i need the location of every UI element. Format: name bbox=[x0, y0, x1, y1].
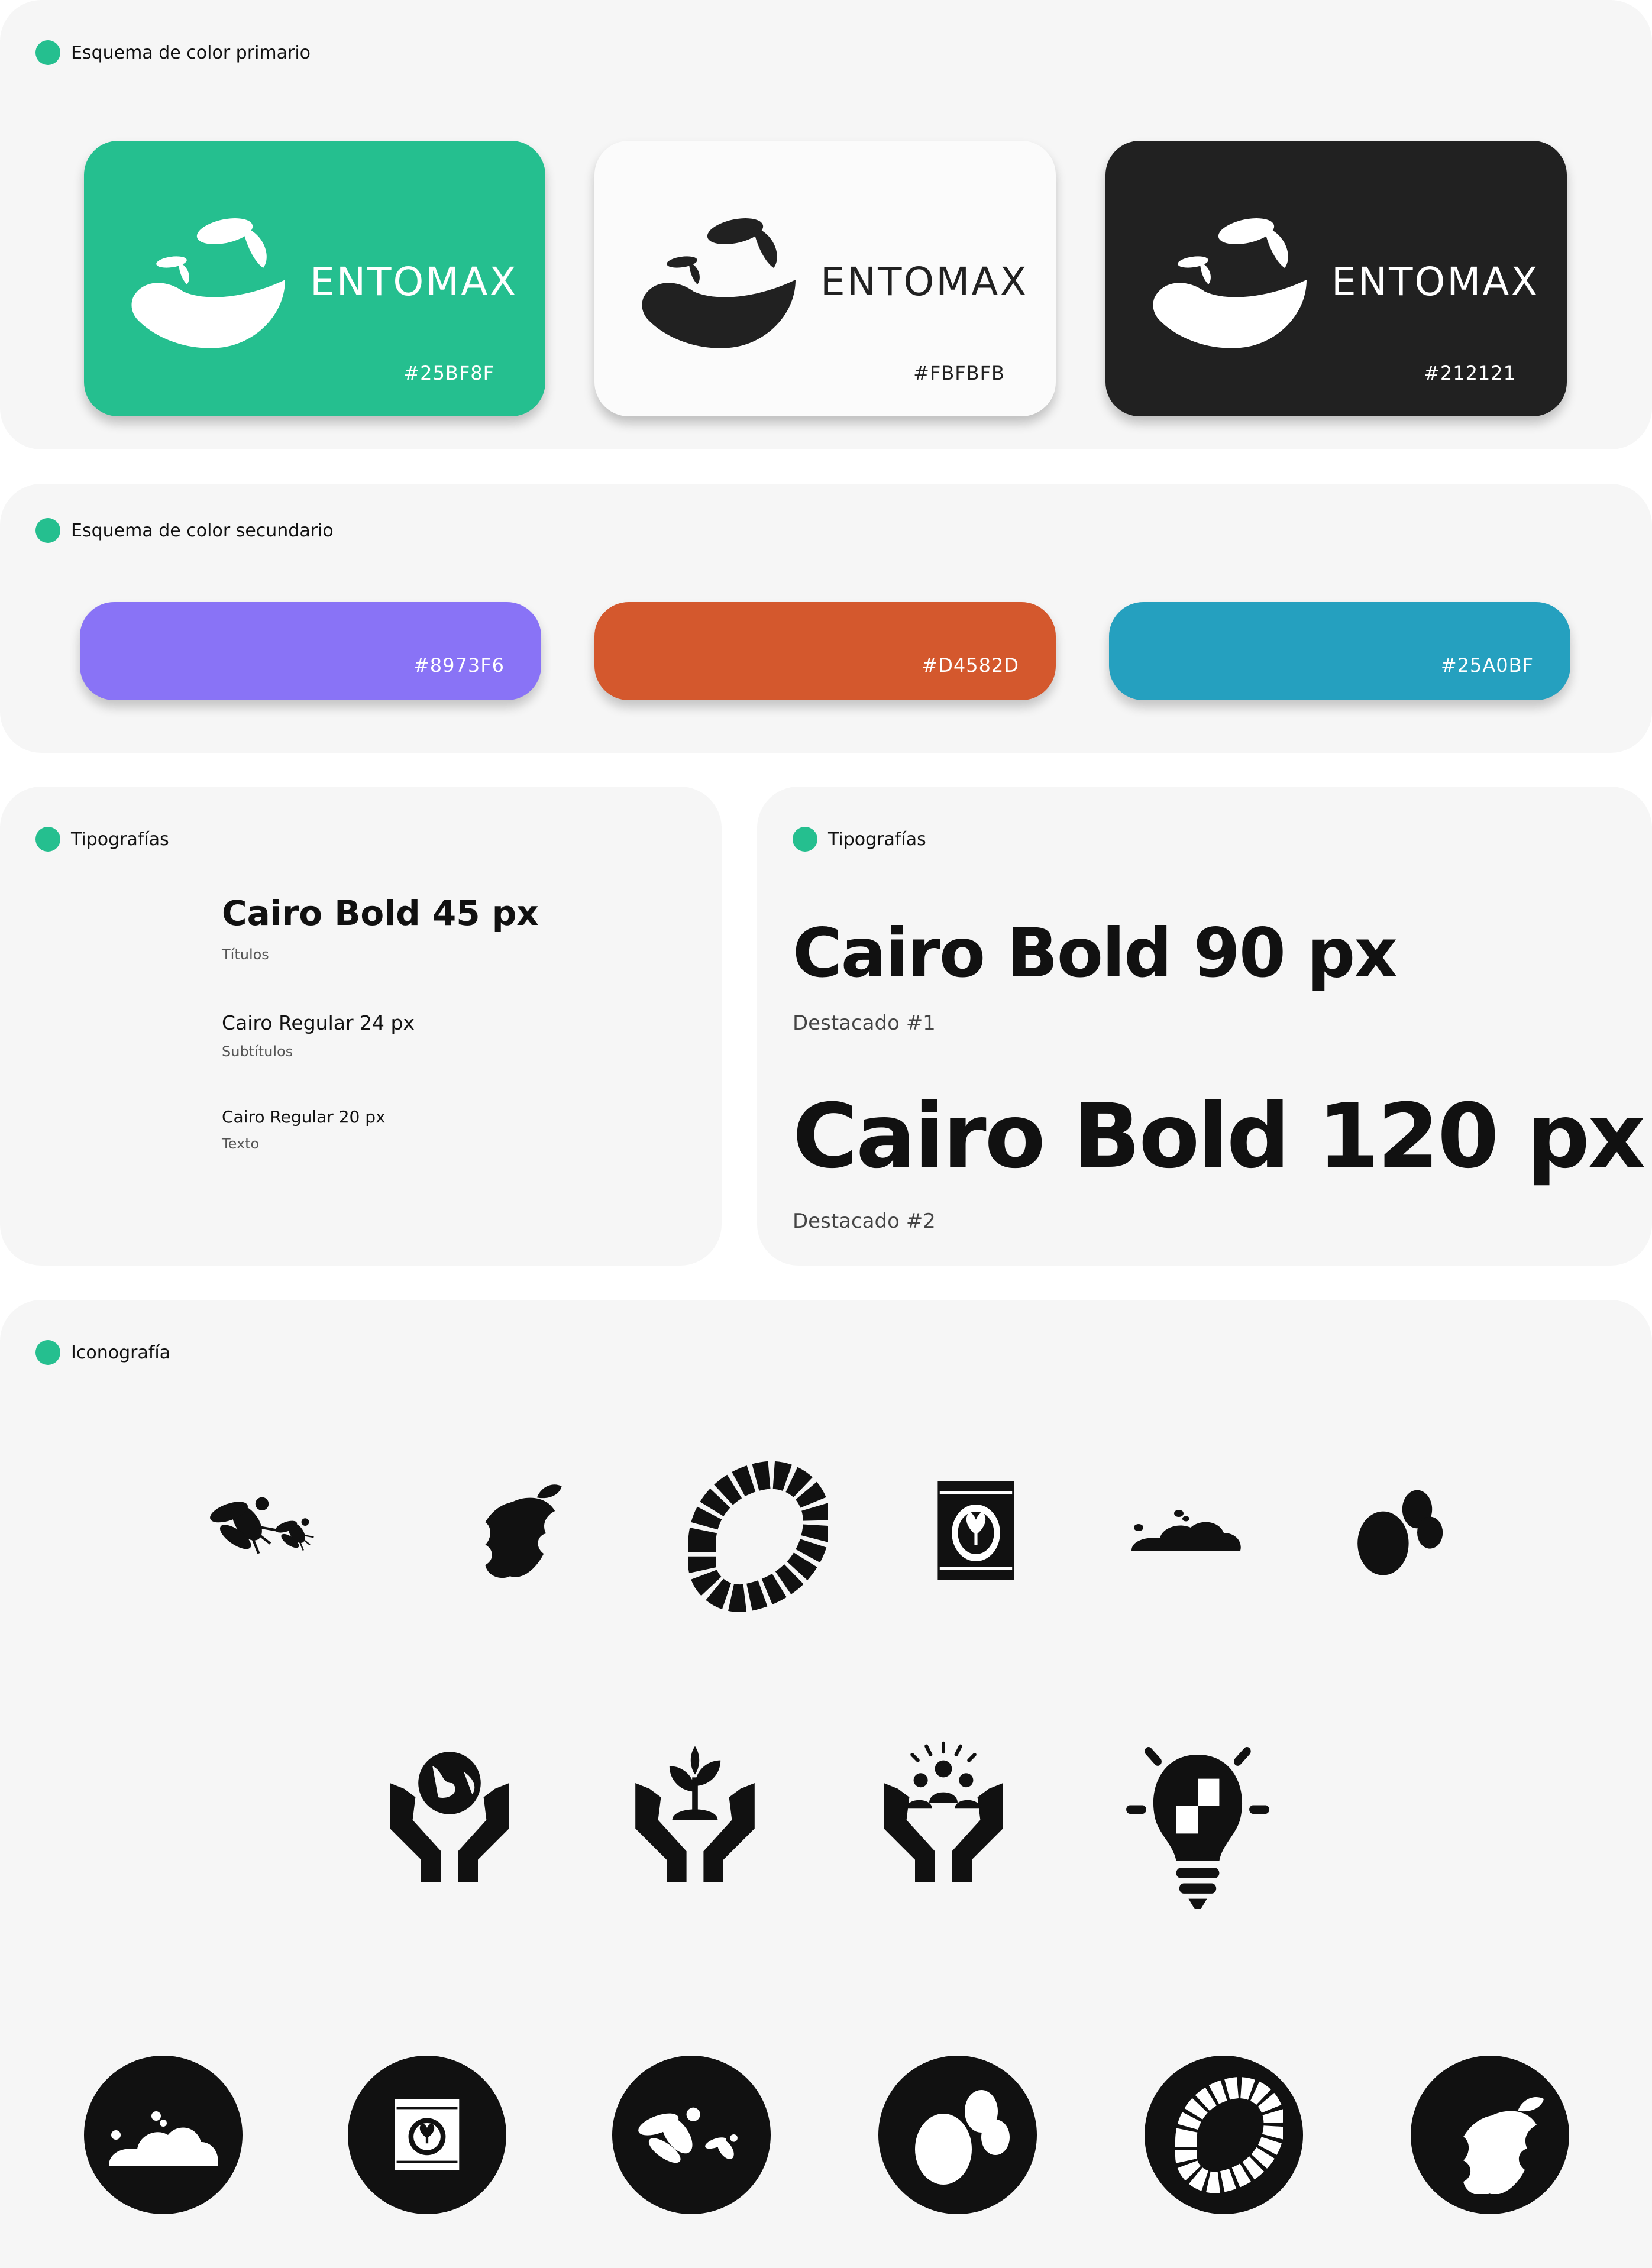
section-label: Tipografías bbox=[35, 827, 169, 852]
flies-badge bbox=[612, 2056, 771, 2214]
entomax-logo-icon bbox=[641, 203, 800, 360]
brand-name: ENTOMAX bbox=[1331, 259, 1540, 305]
logo-card-black: ENTOMAX #212121 bbox=[1105, 141, 1567, 416]
section-title: Esquema de color primario bbox=[71, 42, 311, 63]
swatch-blue: #25A0BF bbox=[1109, 602, 1570, 700]
section-dot bbox=[35, 40, 60, 65]
brand-name: ENTOMAX bbox=[820, 259, 1029, 305]
entomax-logo-icon bbox=[130, 203, 290, 360]
section-dot bbox=[35, 518, 60, 543]
section-label: Iconografía bbox=[35, 1340, 170, 1365]
section-label: Esquema de color primario bbox=[35, 40, 311, 65]
swatch-purple: #8973F6 bbox=[80, 602, 541, 700]
seed-bag-badge-icon bbox=[395, 2099, 460, 2170]
section-label: Esquema de color secundario bbox=[35, 518, 334, 543]
typography-panel-right: Tipografías Cairo Bold 90 px Destacado #… bbox=[757, 787, 1652, 1266]
section-label: Tipografías bbox=[793, 827, 926, 852]
larva-badge-icon bbox=[1165, 2076, 1283, 2194]
eaten-apple-badge-icon bbox=[1431, 2076, 1549, 2194]
type-sample-highlight-1: Cairo Bold 90 px bbox=[793, 914, 1398, 992]
soil-badge bbox=[84, 2056, 243, 2214]
eaten-apple-badge bbox=[1411, 2056, 1569, 2214]
color-hex-label: #25BF8F bbox=[403, 362, 494, 384]
eggs-badge-icon bbox=[898, 2076, 1017, 2194]
larva-badge bbox=[1145, 2056, 1303, 2214]
hands-community-icon bbox=[869, 1741, 1017, 1882]
logo-card-green: ENTOMAX #25BF8F bbox=[84, 141, 545, 416]
typography-panel-left: Tipografías Cairo Bold 45 px Títulos Cai… bbox=[0, 787, 722, 1266]
soil-badge-icon bbox=[104, 2076, 222, 2194]
color-hex-label: #8973F6 bbox=[413, 654, 505, 677]
section-dot bbox=[35, 827, 60, 852]
eaten-apple-icon bbox=[467, 1477, 580, 1590]
type-sample-title: Cairo Bold 45 px bbox=[222, 893, 539, 933]
section-title: Esquema de color secundario bbox=[71, 520, 334, 541]
flies-icon bbox=[204, 1471, 315, 1584]
type-sample-subtitle: Cairo Regular 24 px bbox=[222, 1011, 415, 1034]
primary-color-panel: Esquema de color primario ENTOMAX #25BF8… bbox=[0, 0, 1652, 449]
entomax-logo-icon bbox=[1152, 203, 1311, 360]
iconography-panel: Iconografía bbox=[0, 1300, 1652, 2268]
color-hex-label: #FBFBFB bbox=[913, 362, 1005, 384]
type-usage-title: Títulos bbox=[222, 946, 269, 963]
color-hex-label: #25A0BF bbox=[1440, 654, 1534, 677]
secondary-color-panel: Esquema de color secundario #8973F6 #D45… bbox=[0, 484, 1652, 753]
type-sample-text: Cairo Regular 20 px bbox=[222, 1107, 386, 1127]
swatch-orange: #D4582D bbox=[594, 602, 1056, 700]
type-usage-subtitle: Subtítulos bbox=[222, 1043, 293, 1060]
soil-icon bbox=[1127, 1483, 1245, 1572]
color-hex-label: #212121 bbox=[1424, 362, 1516, 384]
seed-bag-badge bbox=[348, 2056, 506, 2214]
type-usage-text: Texto bbox=[222, 1135, 260, 1152]
flies-badge-icon bbox=[638, 2107, 738, 2163]
type-sample-highlight-2: Cairo Bold 120 px bbox=[793, 1085, 1645, 1188]
eggs-icon bbox=[1343, 1477, 1449, 1584]
hands-globe-icon bbox=[379, 1752, 521, 1882]
brand-name: ENTOMAX bbox=[310, 259, 518, 305]
larva-icon bbox=[674, 1460, 828, 1613]
color-hex-label: #D4582D bbox=[922, 654, 1019, 677]
lightbulb-puzzle-icon bbox=[1121, 1738, 1275, 1909]
type-usage-highlight-2: Destacado #2 bbox=[793, 1209, 936, 1233]
eggs-badge bbox=[878, 2056, 1037, 2214]
hands-plant-icon bbox=[624, 1746, 766, 1882]
section-dot bbox=[793, 827, 817, 852]
seed-bag-icon bbox=[926, 1471, 1026, 1590]
section-title: Tipografías bbox=[828, 829, 926, 850]
type-usage-highlight-1: Destacado #1 bbox=[793, 1011, 936, 1035]
section-dot bbox=[35, 1340, 60, 1365]
logo-card-white: ENTOMAX #FBFBFB bbox=[594, 141, 1056, 416]
section-title: Iconografía bbox=[71, 1342, 171, 1363]
section-title: Tipografías bbox=[71, 829, 169, 850]
